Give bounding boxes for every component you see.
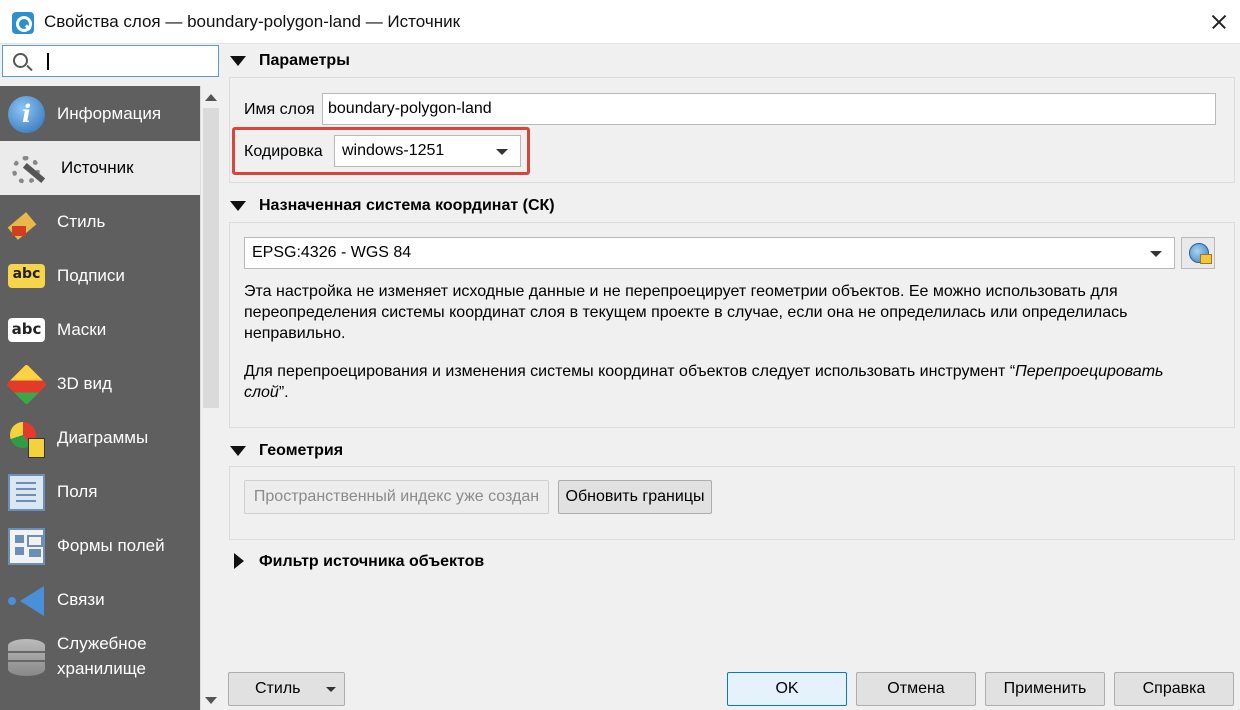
crs-select[interactable]: EPSG:4326 - WGS 84 [244,237,1175,269]
sidebar-scrollbar[interactable] [200,86,220,710]
source-icon [8,150,45,187]
sidebar-item-3d-view[interactable]: 3D вид [0,357,200,411]
sidebar-item-fields[interactable]: Поля [0,465,200,519]
collapse-arrow-icon [230,446,246,456]
scroll-down-icon[interactable] [205,697,217,704]
sidebar-item-label: Маски [57,320,107,339]
encoding-highlight-frame [232,127,530,175]
apply-button[interactable]: Применить [985,672,1105,706]
fields-icon [8,474,45,511]
sidebar: Информация Источник Стиль Подписи Маски … [0,86,200,710]
collapse-arrow-icon [230,201,246,211]
chevron-down-icon [1150,251,1162,257]
title-bar: Свойства слоя — boundary-polygon-land — … [0,0,1240,44]
section-title: Назначенная система координат (СК) [259,197,555,214]
sidebar-item-source[interactable]: Источник [0,141,200,195]
button-label: Стиль [255,680,301,697]
auxiliary-storage-icon [8,639,45,676]
scroll-up-icon[interactable] [205,94,217,101]
section-title: Параметры [259,52,350,69]
update-extents-button[interactable]: Обновить границы [558,480,712,514]
sidebar-item-label: Источник [61,158,134,177]
crs-selector-button[interactable] [1181,237,1215,269]
section-title: Геометрия [259,442,344,459]
layer-name-label: Имя слоя [244,101,315,118]
sidebar-item-label: Поля [57,482,98,501]
layer-name-input[interactable]: boundary-polygon-land [322,93,1216,125]
sidebar-item-information[interactable]: Информация [0,87,200,141]
expand-arrow-icon [234,553,244,569]
sidebar-item-label: Связи [57,590,105,609]
sidebar-item-joins[interactable]: Связи [0,573,200,627]
window-title: Свойства слоя — boundary-polygon-land — … [44,12,461,31]
sidebar-item-label: Информация [57,104,162,123]
note-text: ”. [278,384,289,401]
sidebar-item-attribute-forms[interactable]: Формы полей [0,519,200,573]
sidebar-item-label: 3D вид [57,374,112,393]
help-button[interactable]: Справка [1114,672,1234,706]
sidebar-item-masks[interactable]: Маски [0,303,200,357]
masks-icon [8,318,45,342]
sidebar-item-label: Формы полей [57,536,165,555]
cancel-button[interactable]: Отмена [856,672,976,706]
section-header-geometry[interactable]: Геометрия [230,440,530,464]
info-icon [8,96,45,133]
spatial-index-button: Пространственный индекс уже создан [244,480,549,514]
3d-view-icon [6,364,47,405]
section-header-params[interactable]: Параметры [230,50,530,74]
sidebar-item-label: Диаграммы [57,428,149,447]
sidebar-item-labels[interactable]: Подписи [0,249,200,303]
attribute-forms-icon [8,528,45,565]
crs-note: Эта настройка не изменяет исходные данны… [244,283,1128,342]
search-input[interactable] [2,45,219,77]
qgis-logo-icon [12,12,34,34]
collapse-arrow-icon [230,56,246,66]
sidebar-item-label: Служебное хранилище [57,634,147,678]
text-caret [47,53,49,70]
sidebar-item-style[interactable]: Стиль [0,195,200,249]
scrollbar-thumb[interactable] [203,108,219,408]
diagrams-icon [8,420,45,458]
ok-button[interactable]: OK [727,672,847,706]
chevron-down-icon [326,687,336,692]
crs-reproject-note: Для перепроецирования и изменения систем… [244,361,1194,403]
section-header-crs[interactable]: Назначенная система координат (СК) [230,195,730,219]
style-menu-button[interactable]: Стиль [228,672,345,706]
style-icon [8,204,45,241]
sidebar-item-label: Стиль [57,212,106,231]
section-title: Фильтр источника объектов [259,553,485,570]
sidebar-item-label: Подписи [57,266,125,285]
crs-value: EPSG:4326 - WGS 84 [252,244,412,261]
labels-icon [8,264,45,288]
sidebar-item-auxiliary-storage[interactable]: Служебное хранилище [0,627,200,687]
section-header-filter[interactable]: Фильтр источника объектов [230,551,630,575]
crs-globe-icon [1189,243,1212,264]
sidebar-item-diagrams[interactable]: Диаграммы [0,411,200,465]
joins-icon [8,582,45,619]
search-icon [13,53,28,68]
close-button[interactable] [1196,0,1240,44]
note-text: Для перепроецирования и изменения систем… [244,363,1016,380]
